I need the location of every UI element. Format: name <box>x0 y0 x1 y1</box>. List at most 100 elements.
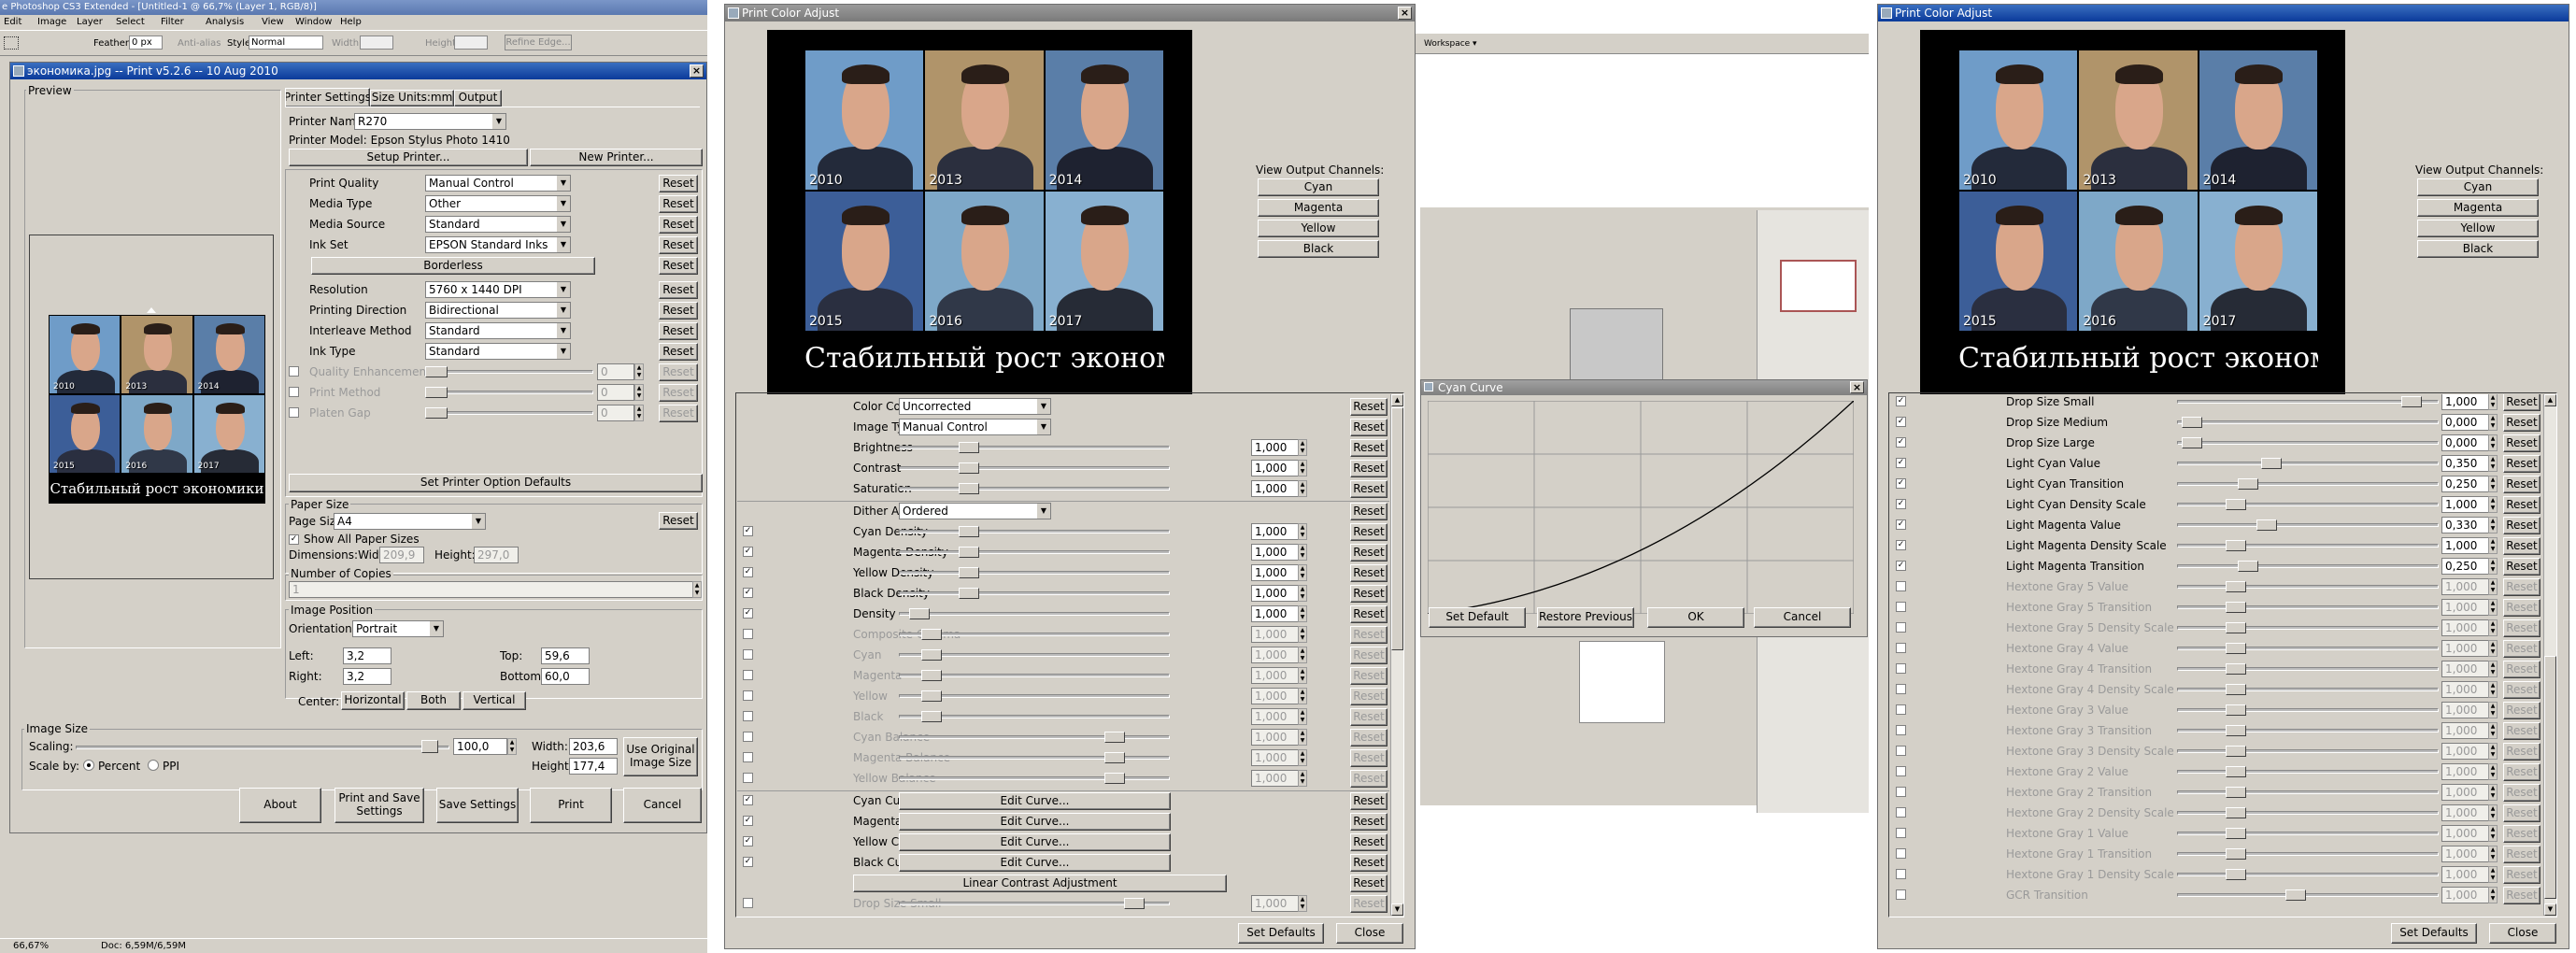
value-stepper[interactable]: ▲ ▼ <box>1298 480 1307 497</box>
reset-button[interactable]: Reset <box>2503 517 2540 534</box>
value-stepper[interactable]: ▲ ▼ <box>1298 708 1307 725</box>
edit-curve-button[interactable]: Edit Curve... <box>899 813 1171 831</box>
value-stepper[interactable]: ▲ ▼ <box>1298 688 1307 704</box>
value-stepper[interactable]: ▲ ▼ <box>2488 825 2498 842</box>
value-field[interactable]: 1,000 <box>1251 480 1300 497</box>
setting-reset-button[interactable]: Reset <box>659 175 698 192</box>
slider-track[interactable] <box>899 612 1170 616</box>
setting-checkbox[interactable] <box>289 366 299 377</box>
enable-checkbox[interactable] <box>1896 746 1906 756</box>
value-stepper[interactable]: ▲ ▼ <box>2488 455 2498 472</box>
setting-select[interactable]: Bidirectional ▼ <box>425 302 571 319</box>
slider-thumb[interactable] <box>2256 519 2278 531</box>
reset-button[interactable]: Reset <box>1350 419 1388 436</box>
reset-button[interactable]: Reset <box>1350 585 1388 603</box>
enable-checkbox[interactable]: ✓ <box>743 857 753 867</box>
value-stepper[interactable]: ▲ ▼ <box>1298 439 1307 456</box>
slider-track[interactable] <box>2177 441 2439 445</box>
value-stepper[interactable]: ▲ ▼ <box>2488 640 2498 657</box>
scaling-slider-thumb[interactable] <box>421 740 438 753</box>
value-stepper[interactable]: ▲ ▼ <box>2488 517 2498 533</box>
channel-magenta-button[interactable]: Magenta <box>2417 199 2539 217</box>
enable-checkbox[interactable] <box>1896 684 1906 694</box>
zoom-readout[interactable]: 66,67% <box>13 939 49 953</box>
channel-cyan-button[interactable]: Cyan <box>1258 178 1379 196</box>
slider-thumb[interactable] <box>2261 458 2283 469</box>
enable-checkbox[interactable]: ✓ <box>1896 561 1906 571</box>
linear-contrast-button[interactable]: Linear Contrast Adjustment <box>853 875 1227 892</box>
channel-cyan-button[interactable]: Cyan <box>2417 178 2539 196</box>
value-field[interactable]: 1,000 <box>2441 619 2490 636</box>
reset-button[interactable]: Reset <box>1350 626 1388 644</box>
reset-button[interactable]: Reset <box>1350 480 1388 498</box>
menu-item-window[interactable]: Window <box>295 15 332 30</box>
slider-thumb[interactable] <box>2225 581 2246 592</box>
value-field[interactable]: 1,000 <box>2441 640 2490 657</box>
value-field[interactable]: 1,000 <box>2441 496 2490 513</box>
slider-track[interactable] <box>2177 462 2439 465</box>
set-defaults-button[interactable]: Set Defaults <box>1238 923 1324 944</box>
slider-track[interactable] <box>2177 564 2439 568</box>
scroll-down-icon[interactable]: ▼ <box>2544 903 2556 916</box>
slider-thumb[interactable] <box>1103 773 1125 784</box>
value-stepper[interactable]: ▲ ▼ <box>2488 599 2498 616</box>
value-field[interactable]: 1,000 <box>2441 681 2490 698</box>
enable-checkbox[interactable]: ✓ <box>1896 437 1906 448</box>
enable-checkbox[interactable] <box>743 898 753 908</box>
slider-thumb[interactable] <box>2225 540 2246 551</box>
borderless-reset-button[interactable]: Reset <box>659 257 698 275</box>
channel-yellow-button[interactable]: Yellow <box>1258 220 1379 237</box>
reset-button[interactable]: Reset <box>2503 578 2540 596</box>
value-stepper[interactable]: ▲ ▼ <box>2488 743 2498 760</box>
value-stepper[interactable]: ▲ ▼ <box>2488 496 2498 513</box>
value-field[interactable]: 1,000 <box>2441 763 2490 780</box>
value-field[interactable]: 0,330 <box>2441 517 2490 533</box>
curve-graph[interactable] <box>1428 401 1854 614</box>
tab-size-units[interactable]: Size Units:mm <box>370 90 454 107</box>
print-button[interactable]: Print <box>530 788 612 823</box>
value-stepper[interactable]: ▲ ▼ <box>2488 763 2498 780</box>
enable-checkbox[interactable] <box>1896 602 1906 612</box>
width-input[interactable] <box>360 36 393 50</box>
enable-checkbox[interactable]: ✓ <box>743 547 753 557</box>
slider-thumb[interactable] <box>959 442 980 453</box>
slider-thumb[interactable] <box>2225 602 2246 613</box>
channel-magenta-button[interactable]: Magenta <box>1258 199 1379 217</box>
value-field[interactable]: 1,000 <box>1251 749 1300 766</box>
enable-checkbox[interactable]: ✓ <box>1896 417 1906 427</box>
setting-select[interactable]: Standard ▼ <box>425 343 571 360</box>
curve-cancel-button[interactable]: Cancel <box>1754 607 1851 628</box>
dither-select[interactable]: Ordered ▼ <box>899 503 1051 519</box>
value-stepper[interactable]: ▲ ▼ <box>1298 647 1307 663</box>
slider-track[interactable] <box>2177 544 2439 548</box>
setting-checkbox[interactable] <box>289 407 299 418</box>
reset-button[interactable]: Reset <box>1350 503 1388 520</box>
enable-checkbox[interactable] <box>743 773 753 783</box>
slider-track[interactable] <box>2177 708 2439 712</box>
reset-button[interactable]: Reset <box>2503 619 2540 637</box>
setting-reset-button[interactable]: Reset <box>659 195 698 213</box>
reset-button[interactable]: Reset <box>2503 804 2540 822</box>
enable-checkbox[interactable] <box>743 732 753 742</box>
reset-button[interactable]: Reset <box>2503 887 2540 904</box>
value-stepper[interactable]: ▲ ▼ <box>1298 729 1307 746</box>
value-field[interactable]: 0,250 <box>2441 558 2490 575</box>
value-stepper[interactable]: ▲ ▼ <box>2488 414 2498 431</box>
slider-thumb[interactable] <box>2225 848 2246 860</box>
value-stepper[interactable]: ▲ ▼ <box>1298 564 1307 581</box>
value-field[interactable]: 1,000 <box>2441 846 2490 862</box>
value-field[interactable]: 1,000 <box>2441 537 2490 554</box>
value-field[interactable]: 1,000 <box>1251 585 1300 602</box>
value-field[interactable]: 1,000 <box>1251 544 1300 561</box>
slider-track[interactable] <box>899 487 1170 491</box>
setting-slider-track[interactable] <box>425 370 593 374</box>
value-stepper[interactable]: ▲ ▼ <box>1298 544 1307 561</box>
value-field[interactable]: 1,000 <box>1251 770 1300 787</box>
reset-button[interactable]: Reset <box>2503 496 2540 514</box>
enable-checkbox[interactable]: ✓ <box>743 567 753 577</box>
setting-stepper[interactable]: ▲ ▼ <box>634 363 644 380</box>
setup-printer-button[interactable]: Setup Printer... <box>289 149 528 166</box>
center-vertical-button[interactable]: Vertical <box>463 691 526 710</box>
slider-thumb[interactable] <box>921 711 943 722</box>
dimension-height-field[interactable]: 297,0 <box>474 547 519 563</box>
